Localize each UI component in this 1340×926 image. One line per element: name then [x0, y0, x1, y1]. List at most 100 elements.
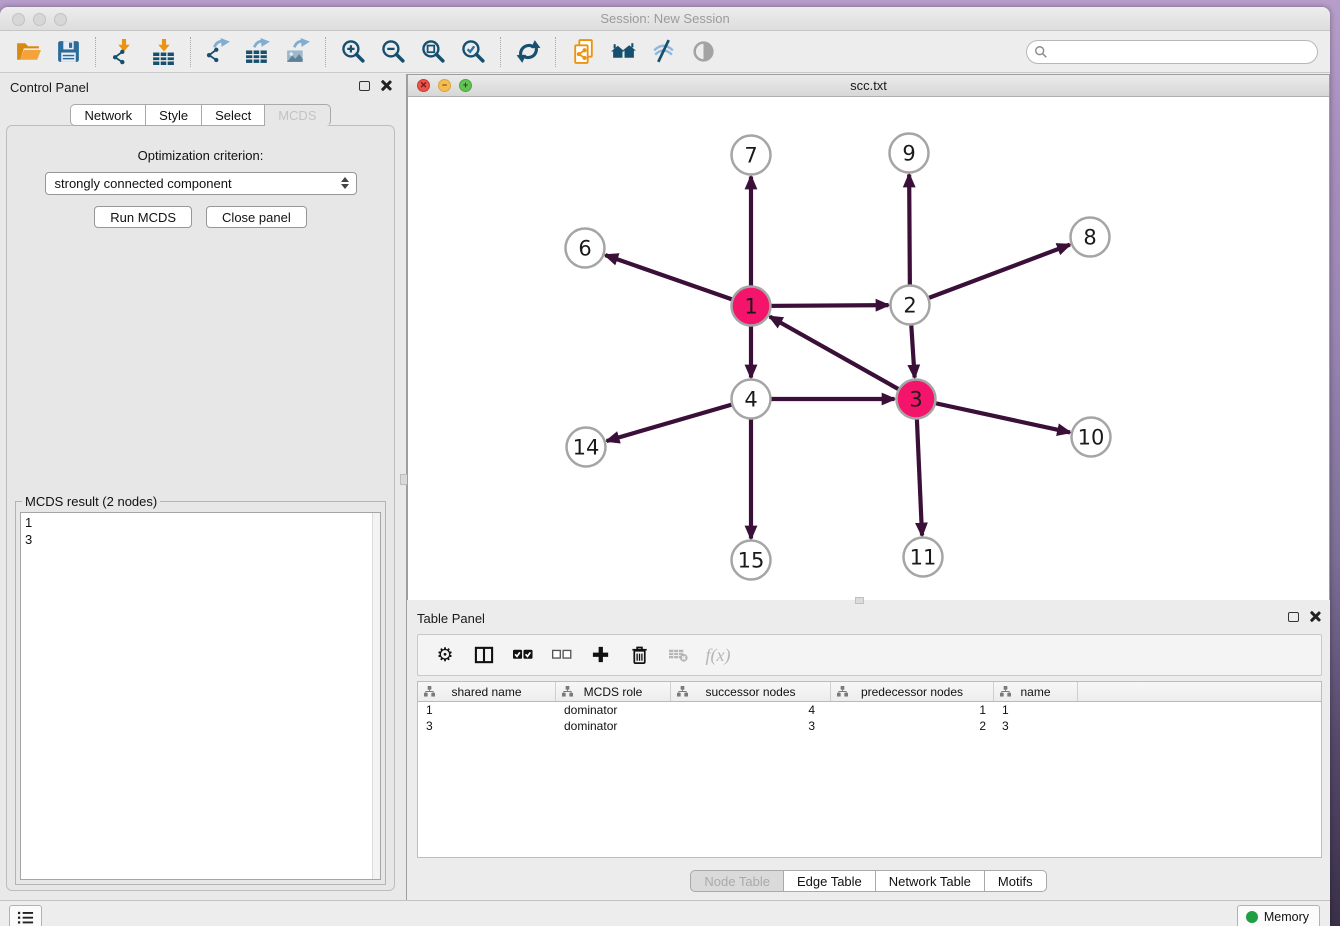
toolbar-separator	[500, 37, 501, 67]
deselect-all-columns-button[interactable]	[547, 639, 577, 671]
network-graph: 1 2 3 4 6 7 8 9 10 11 14 15	[408, 97, 1329, 600]
tab-network[interactable]: Network	[70, 104, 146, 126]
graph-node-15[interactable]: 15	[732, 541, 771, 580]
column-header-name[interactable]: name	[994, 682, 1078, 701]
graph-node-7[interactable]: 7	[732, 136, 771, 175]
memory-label: Memory	[1264, 910, 1309, 924]
graph-node-2[interactable]: 2	[891, 286, 930, 325]
split-view-button[interactable]	[469, 639, 499, 671]
zoom-in-button[interactable]	[333, 34, 373, 70]
graph-node-14[interactable]: 14	[567, 428, 606, 467]
ndex-browser-button[interactable]	[603, 34, 643, 70]
function-builder-button: f(x)	[703, 639, 733, 671]
column-header-predecessor-nodes[interactable]: predecessor nodes	[831, 682, 994, 701]
column-sort-icon	[562, 686, 573, 697]
node-label: 3	[909, 388, 922, 412]
select-all-columns-button[interactable]	[508, 639, 538, 671]
edge-4-14[interactable]	[607, 399, 751, 441]
node-label: 1	[744, 295, 757, 319]
export-network-icon	[205, 38, 232, 65]
zoom-selected-button[interactable]	[453, 34, 493, 70]
criterion-dropdown[interactable]: strongly connected component	[45, 172, 357, 195]
graph-node-4[interactable]: 4	[732, 380, 771, 419]
network-frame-titlebar[interactable]: ✕ − + scc.txt	[408, 75, 1329, 97]
graph-node-1[interactable]: 1	[732, 287, 771, 326]
run-mcds-button[interactable]: Run MCDS	[94, 206, 192, 228]
import-table-button[interactable]	[143, 34, 183, 70]
graph-node-3[interactable]: 3	[897, 380, 936, 419]
save-session-button[interactable]	[48, 34, 88, 70]
tab-select[interactable]: Select	[202, 104, 265, 126]
table-panel-tabs: Node TableEdge TableNetwork TableMotifs	[407, 870, 1330, 892]
graph-node-11[interactable]: 11	[904, 538, 943, 577]
control-panel-header: Control Panel	[0, 74, 401, 100]
control-panel: Control Panel NetworkStyleSelectMCDS Opt…	[0, 74, 401, 900]
show-graphics-details-button[interactable]	[683, 34, 723, 70]
add-column-button[interactable]	[586, 639, 616, 671]
tab-motifs[interactable]: Motifs	[985, 870, 1047, 892]
column-header-shared-name[interactable]: shared name	[418, 682, 556, 701]
criterion-dropdown-value: strongly connected component	[55, 176, 232, 191]
task-history-button[interactable]	[9, 905, 42, 926]
memory-button[interactable]: Memory	[1237, 905, 1320, 926]
node-label: 4	[744, 388, 757, 412]
table-cell: 3	[418, 718, 556, 734]
refresh-icon	[515, 38, 542, 65]
dropdown-stepper-icon	[341, 177, 349, 189]
export-table-icon	[245, 38, 272, 65]
edge-3-1[interactable]	[770, 317, 916, 399]
result-scrollbar[interactable]	[372, 513, 380, 879]
table-cell: 1	[831, 702, 994, 718]
refresh-button[interactable]	[508, 34, 548, 70]
zoom-in-icon	[340, 38, 367, 65]
open-file-button[interactable]	[8, 34, 48, 70]
import-network-button[interactable]	[103, 34, 143, 70]
tab-style[interactable]: Style	[146, 104, 202, 126]
hide-graphics-details-button[interactable]	[643, 34, 683, 70]
node-label: 10	[1078, 426, 1105, 450]
float-panel-icon[interactable]	[359, 81, 370, 91]
close-panel-icon[interactable]	[380, 80, 391, 91]
export-network-button[interactable]	[198, 34, 238, 70]
zoom-selected-icon	[460, 38, 487, 65]
table-row[interactable]: 1dominator411	[418, 702, 1321, 718]
column-header-MCDS-role[interactable]: MCDS role	[556, 682, 671, 701]
node-label: 11	[910, 546, 937, 570]
zoom-out-button[interactable]	[373, 34, 413, 70]
table-cell: 4	[671, 702, 831, 718]
close-panel-button[interactable]: Close panel	[206, 206, 307, 228]
edge-3-10[interactable]	[916, 399, 1070, 432]
search-input[interactable]	[1026, 40, 1318, 64]
node-label: 14	[573, 436, 600, 460]
delete-table-icon	[669, 645, 689, 665]
column-settings-button[interactable]: ⚙	[430, 639, 460, 671]
network-canvas[interactable]: 1 2 3 4 6 7 8 9 10 11 14 15	[408, 97, 1329, 600]
export-image-button[interactable]	[278, 34, 318, 70]
status-bar: Memory	[0, 900, 1330, 926]
zoom-fit-button[interactable]	[413, 34, 453, 70]
table-row[interactable]: 3dominator323	[418, 718, 1321, 734]
table-panel-header: Table Panel	[407, 605, 1330, 631]
export-table-button[interactable]	[238, 34, 278, 70]
graph-node-10[interactable]: 10	[1072, 418, 1111, 457]
delete-column-button[interactable]	[625, 639, 655, 671]
ndex-document-button[interactable]	[563, 34, 603, 70]
tab-node-table[interactable]: Node Table	[690, 870, 784, 892]
float-panel-icon[interactable]	[1288, 612, 1299, 622]
function-icon: f(x)	[706, 645, 731, 666]
tab-mcds[interactable]: MCDS	[265, 104, 330, 126]
tab-edge-table[interactable]: Edge Table	[784, 870, 876, 892]
toolbar-separator	[555, 37, 556, 67]
column-header-successor-nodes[interactable]: successor nodes	[671, 682, 831, 701]
graph-node-6[interactable]: 6	[566, 229, 605, 268]
edge-2-8[interactable]	[910, 245, 1070, 305]
tab-network-table[interactable]: Network Table	[876, 870, 985, 892]
divider-grip[interactable]	[855, 597, 864, 604]
edge-1-6[interactable]	[605, 255, 751, 306]
graph-node-8[interactable]: 8	[1071, 218, 1110, 257]
mcds-result-text[interactable]: 13	[20, 512, 381, 880]
graph-node-9[interactable]: 9	[890, 134, 929, 173]
window-titlebar: Session: New Session	[0, 7, 1330, 31]
select-all-columns-icon	[513, 645, 533, 665]
close-panel-icon[interactable]	[1309, 611, 1320, 622]
